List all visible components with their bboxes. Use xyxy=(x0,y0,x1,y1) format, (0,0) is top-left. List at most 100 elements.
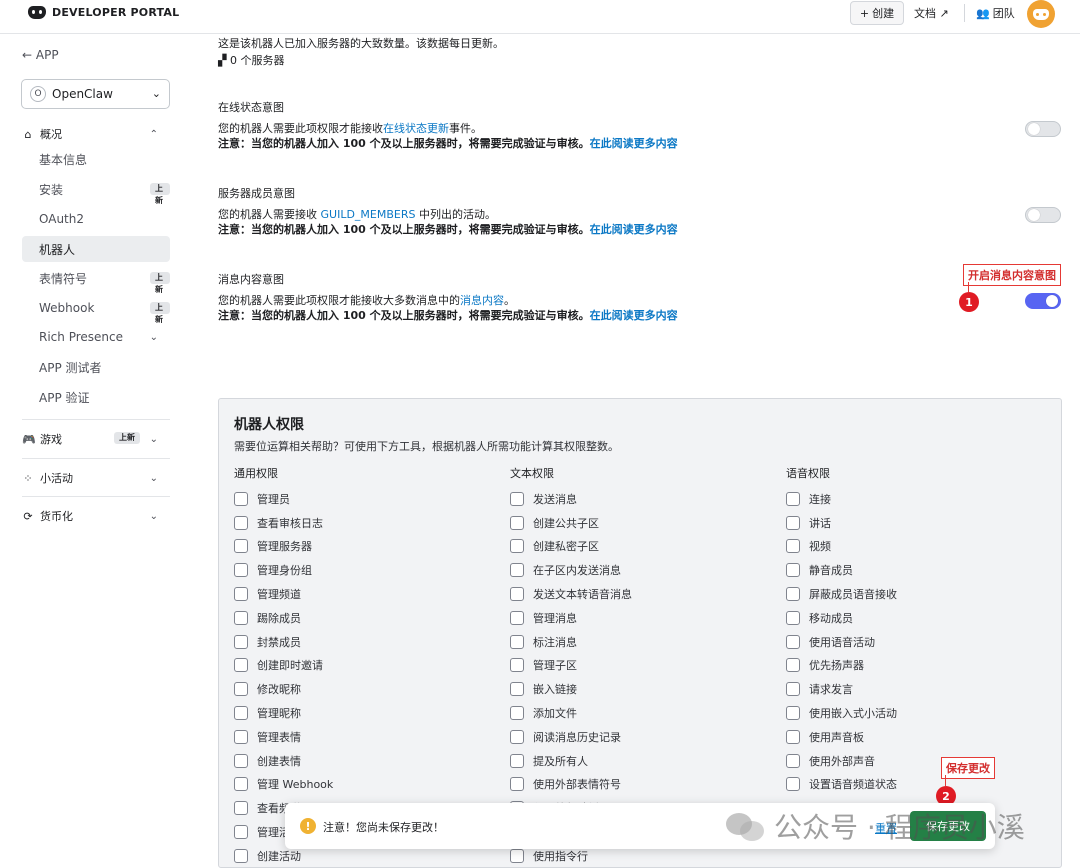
sidebar-item-bot[interactable]: 机器人 xyxy=(22,236,170,262)
permission-checkbox[interactable] xyxy=(234,658,248,673)
permission-row[interactable]: 管理服务器 xyxy=(234,535,494,559)
brand[interactable]: DEVELOPER PORTAL xyxy=(28,6,179,19)
permission-checkbox[interactable] xyxy=(786,706,800,721)
permission-row[interactable]: 创建私密子区 xyxy=(510,535,770,559)
permission-checkbox[interactable] xyxy=(510,777,524,792)
permission-row[interactable]: 优先扬声器 xyxy=(786,654,1046,678)
sidebar-item-emojis[interactable]: 表情符号 上新 xyxy=(22,265,170,294)
permission-checkbox[interactable] xyxy=(234,825,248,840)
permission-row[interactable]: 设置语音频道状态 xyxy=(786,773,1046,797)
permission-row[interactable]: 使用外部声音 xyxy=(786,749,1046,773)
presence-update-link[interactable]: 在线状态更新 xyxy=(383,122,449,135)
save-changes-button[interactable]: 保存更改 xyxy=(910,811,986,841)
permission-row[interactable]: 创建表情 xyxy=(234,749,494,773)
sidebar-section-monetization[interactable]: ⟳ 货币化 ⌄ xyxy=(22,508,170,524)
message-content-link[interactable]: 消息内容 xyxy=(460,294,504,307)
permission-row[interactable]: 使用外部表情符号 xyxy=(510,773,770,797)
permission-row[interactable]: 管理身份组 xyxy=(234,558,494,582)
sidebar-item-general-info[interactable]: 基本信息 xyxy=(22,146,170,172)
permission-row[interactable]: 静音成员 xyxy=(786,558,1046,582)
permission-checkbox[interactable] xyxy=(786,634,800,649)
permission-checkbox[interactable] xyxy=(234,801,248,816)
permission-row[interactable]: 发送消息 xyxy=(510,487,770,511)
permission-checkbox[interactable] xyxy=(786,658,800,673)
permission-row[interactable]: 使用嵌入式小活动 xyxy=(786,701,1046,725)
permission-checkbox[interactable] xyxy=(234,634,248,649)
permission-checkbox[interactable] xyxy=(510,706,524,721)
permission-row[interactable]: 阅读消息历史记录 xyxy=(510,725,770,749)
app-selector[interactable]: O OpenClaw ⌄ xyxy=(21,79,170,109)
sidebar-item-app-verification[interactable]: APP 验证 xyxy=(22,384,170,410)
permission-row[interactable]: 讲话 xyxy=(786,511,1046,535)
permission-row[interactable]: 在子区内发送消息 xyxy=(510,558,770,582)
permission-checkbox[interactable] xyxy=(510,753,524,768)
permission-checkbox[interactable] xyxy=(786,587,800,602)
sidebar-item-rich-presence[interactable]: Rich Presence ⌄ xyxy=(22,324,170,350)
guild-members-link[interactable]: GUILD_MEMBERS xyxy=(321,208,416,221)
permission-checkbox[interactable] xyxy=(786,563,800,578)
permission-row[interactable]: 使用语音活动 xyxy=(786,630,1046,654)
docs-link[interactable]: 文档 ↗ xyxy=(914,5,949,21)
create-button[interactable]: + 创建 xyxy=(850,1,904,25)
permission-checkbox[interactable] xyxy=(510,539,524,554)
permission-checkbox[interactable] xyxy=(786,777,800,792)
sidebar-item-oauth2[interactable]: OAuth2 xyxy=(22,206,170,232)
permission-checkbox[interactable] xyxy=(234,777,248,792)
permission-row[interactable]: 使用声音板 xyxy=(786,725,1046,749)
sidebar-item-app-testers[interactable]: APP 测试者 xyxy=(22,354,170,380)
permission-row[interactable]: 管理消息 xyxy=(510,606,770,630)
message-content-intent-toggle[interactable] xyxy=(1025,293,1061,309)
team-link[interactable]: 👥 团队 xyxy=(976,5,1015,21)
permission-row[interactable]: 管理昵称 xyxy=(234,701,494,725)
permission-checkbox[interactable] xyxy=(786,610,800,625)
read-more-link[interactable]: 在此阅读更多内容 xyxy=(590,223,678,236)
permission-checkbox[interactable] xyxy=(510,634,524,649)
sidebar-section-games[interactable]: 🎮 游戏 上新 ⌄ xyxy=(22,431,170,447)
presence-intent-toggle[interactable] xyxy=(1025,121,1061,137)
sidebar-item-installation[interactable]: 安装 上新 xyxy=(22,176,170,205)
permission-row[interactable]: 管理表情 xyxy=(234,725,494,749)
permission-row[interactable]: 添加文件 xyxy=(510,701,770,725)
permission-checkbox[interactable] xyxy=(510,515,524,530)
permission-checkbox[interactable] xyxy=(786,753,800,768)
permission-row[interactable]: 管理频道 xyxy=(234,582,494,606)
permission-checkbox[interactable] xyxy=(234,563,248,578)
permission-checkbox[interactable] xyxy=(234,753,248,768)
permission-checkbox[interactable] xyxy=(510,563,524,578)
permission-row[interactable]: 管理子区 xyxy=(510,654,770,678)
permission-checkbox[interactable] xyxy=(510,491,524,506)
permission-row[interactable]: 创建公共子区 xyxy=(510,511,770,535)
permission-checkbox[interactable] xyxy=(786,729,800,744)
back-to-apps-link[interactable]: ← APP xyxy=(22,48,59,62)
permission-checkbox[interactable] xyxy=(510,848,524,863)
permission-checkbox[interactable] xyxy=(510,587,524,602)
permission-row[interactable]: 提及所有人 xyxy=(510,749,770,773)
permission-checkbox[interactable] xyxy=(510,658,524,673)
permission-row[interactable]: 嵌入链接 xyxy=(510,677,770,701)
sidebar-section-overview[interactable]: ⌂ 概况 ⌃ xyxy=(22,126,170,142)
permission-row[interactable]: 请求发言 xyxy=(786,677,1046,701)
permission-checkbox[interactable] xyxy=(510,729,524,744)
permission-checkbox[interactable] xyxy=(786,539,800,554)
permission-checkbox[interactable] xyxy=(234,682,248,697)
permission-row[interactable]: 屏蔽成员语音接收 xyxy=(786,582,1046,606)
permission-row[interactable]: 修改昵称 xyxy=(234,677,494,701)
permission-checkbox[interactable] xyxy=(786,682,800,697)
permission-row[interactable]: 移动成员 xyxy=(786,606,1046,630)
permission-row[interactable]: 标注消息 xyxy=(510,630,770,654)
permission-checkbox[interactable] xyxy=(786,491,800,506)
permission-checkbox[interactable] xyxy=(234,729,248,744)
read-more-link[interactable]: 在此阅读更多内容 xyxy=(590,309,678,322)
permission-checkbox[interactable] xyxy=(234,848,248,863)
permission-checkbox[interactable] xyxy=(234,515,248,530)
permission-row[interactable]: 踢除成员 xyxy=(234,606,494,630)
read-more-link[interactable]: 在此阅读更多内容 xyxy=(590,137,678,150)
permission-checkbox[interactable] xyxy=(234,539,248,554)
members-intent-toggle[interactable] xyxy=(1025,207,1061,223)
permission-checkbox[interactable] xyxy=(234,491,248,506)
permission-checkbox[interactable] xyxy=(234,587,248,602)
permission-row[interactable]: 查看审核日志 xyxy=(234,511,494,535)
permission-row[interactable]: 连接 xyxy=(786,487,1046,511)
permission-checkbox[interactable] xyxy=(510,682,524,697)
permission-row[interactable]: 封禁成员 xyxy=(234,630,494,654)
